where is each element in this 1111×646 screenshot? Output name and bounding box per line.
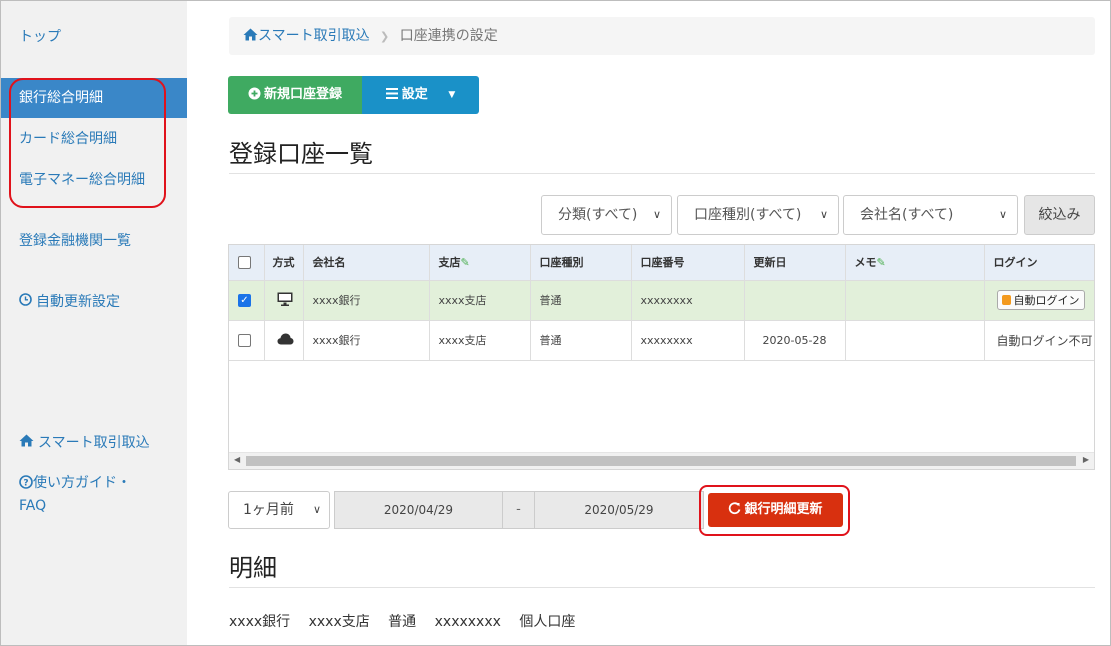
column-header[interactable]: 口座種別 [530, 245, 632, 281]
auto-login-button[interactable]: 自動ログイン [996, 290, 1085, 310]
horizontal-scrollbar[interactable]: ◀ ▶ [229, 452, 1094, 469]
sidebar-item-top[interactable]: トップ [1, 17, 187, 57]
breadcrumb-home-label: スマート取引取込 [258, 28, 370, 44]
column-header-label: 支店 [438, 256, 461, 270]
filter-button[interactable]: 絞込み [1024, 195, 1095, 235]
accounts-table: 方式 会社名 支店✎ 口座種別 口座番号 更新日 メモ✎ ログイン ✓ xxxx… [228, 244, 1095, 470]
refresh-icon [728, 495, 741, 529]
method-cell [264, 280, 304, 321]
sidebar-item-auto-update[interactable]: 自動更新設定 [1, 282, 187, 322]
monitor-icon [277, 292, 293, 309]
date-separator: - [503, 491, 534, 529]
sidebar-item-label: スマート取引取込 [38, 435, 150, 451]
home-icon [19, 423, 34, 463]
sidebar-item-smart[interactable]: スマート取引取込 [1, 423, 187, 463]
memo-cell[interactable] [845, 280, 985, 321]
pencil-icon: ✎ [876, 256, 886, 270]
chevron-down-icon: ∨ [998, 208, 1007, 221]
login-cell: 自動ログイン不可 [984, 320, 1094, 361]
lock-icon [1001, 295, 1011, 305]
chevron-down-icon: ∨ [312, 503, 321, 516]
row-checkbox[interactable]: ✓ [238, 293, 251, 307]
scroll-left-icon[interactable]: ◀ [234, 455, 240, 464]
column-header: 方式 [264, 245, 304, 281]
date-to-field[interactable]: 2020/05/29 [534, 491, 704, 529]
table-row[interactable]: ✓ xxxx銀行 xxxx支店 普通 xxxxxxxx 自動ログイン [229, 280, 1094, 321]
header-checkbox-cell [229, 245, 265, 281]
period-select[interactable]: 1ヶ月前 ∨ [228, 491, 330, 529]
column-header-label: メモ [854, 256, 877, 270]
account-type-cell: 普通 [530, 280, 632, 321]
breadcrumb: スマート取引取込 ❯ 口座連携の設定 [229, 17, 1095, 55]
pencil-icon: ✎ [460, 256, 470, 270]
column-header[interactable]: 会社名 [303, 245, 430, 281]
company-cell: xxxx銀行 [303, 320, 430, 361]
account-type-cell: 普通 [530, 320, 632, 361]
table-row[interactable]: xxxx銀行 xxxx支店 普通 xxxxxxxx 2020-05-28 自動ロ… [229, 320, 1094, 361]
column-header[interactable]: 口座番号 [631, 245, 745, 281]
column-header[interactable]: 更新日 [744, 245, 846, 281]
home-icon [243, 18, 258, 56]
login-cell: 自動ログイン [984, 280, 1094, 321]
settings-label: 設定 [401, 87, 428, 102]
breadcrumb-home[interactable]: スマート取引取込 [243, 28, 374, 44]
svg-text:?: ? [23, 479, 28, 489]
breadcrumb-current: 口座連携の設定 [399, 28, 498, 44]
row-checkbox-cell [229, 320, 265, 361]
guide-label: 使い方ガイド・ [33, 475, 131, 491]
question-circle-icon: ? [19, 475, 33, 496]
account-type-select[interactable]: 口座種別(すべて) ∨ [677, 195, 839, 235]
updated-cell [744, 280, 846, 321]
memo-cell[interactable] [845, 320, 985, 361]
divider [229, 587, 1095, 588]
plus-circle-icon [248, 78, 261, 116]
details-title: 明細 [229, 554, 277, 582]
caret-down-icon: ▼ [448, 90, 456, 100]
details-account-line: xxxx銀行 xxxx支店 普通 xxxxxxxx 個人口座 [229, 614, 576, 630]
update-statements-label: 銀行明細更新 [744, 502, 823, 517]
cloud-icon [277, 333, 294, 348]
company-cell: xxxx銀行 [303, 280, 430, 321]
method-cell [264, 320, 304, 361]
update-statements-button[interactable]: 銀行明細更新 [708, 493, 843, 527]
period-select-value: 1ヶ月前 [243, 502, 294, 518]
settings-dropdown-button[interactable]: 設定 ▼ [362, 76, 479, 114]
highlight-box-sidebar [9, 78, 166, 208]
branch-cell: xxxx支店 [429, 280, 531, 321]
sidebar-item-institutions[interactable]: 登録金融機関一覧 [1, 221, 187, 261]
divider [229, 173, 1095, 174]
updated-cell: 2020-05-28 [744, 320, 846, 361]
account-number-cell: xxxxxxxx [631, 280, 745, 321]
account-type-select-value: 口座種別(すべて) [694, 207, 802, 223]
select-all-checkbox[interactable] [238, 256, 251, 269]
menu-icon [385, 77, 398, 115]
account-number-cell: xxxxxxxx [631, 320, 745, 361]
sidebar-item-guide[interactable]: ? 使い方ガイド・ FAQ [19, 473, 179, 517]
column-header[interactable]: 支店✎ [429, 245, 531, 281]
branch-cell: xxxx支店 [429, 320, 531, 361]
category-select[interactable]: 分類(すべて) ∨ [541, 195, 672, 235]
column-header: ログイン [984, 245, 1094, 281]
chevron-down-icon: ∨ [819, 208, 828, 221]
scrollbar-thumb[interactable] [246, 456, 1076, 466]
clock-icon [19, 282, 32, 322]
faq-label: FAQ [19, 498, 47, 514]
table-header-row: 方式 会社名 支店✎ 口座種別 口座番号 更新日 メモ✎ ログイン [229, 245, 1094, 281]
accounts-title: 登録口座一覧 [229, 140, 373, 168]
row-checkbox-cell: ✓ [229, 280, 265, 321]
company-select-value: 会社名(すべて) [860, 207, 954, 223]
column-header[interactable]: メモ✎ [845, 245, 985, 281]
chevron-down-icon: ∨ [652, 208, 661, 221]
new-account-button[interactable]: 新規口座登録 [228, 76, 362, 114]
date-from-field[interactable]: 2020/04/29 [334, 491, 503, 529]
sidebar-item-label: 自動更新設定 [36, 294, 120, 310]
category-select-value: 分類(すべて) [558, 207, 638, 223]
auto-login-label: 自動ログイン [1013, 294, 1080, 307]
company-select[interactable]: 会社名(すべて) ∨ [843, 195, 1018, 235]
row-checkbox[interactable] [238, 333, 251, 347]
scroll-right-icon[interactable]: ▶ [1083, 455, 1089, 464]
chevron-right-icon: ❯ [380, 30, 390, 43]
new-account-label: 新規口座登録 [263, 87, 342, 102]
